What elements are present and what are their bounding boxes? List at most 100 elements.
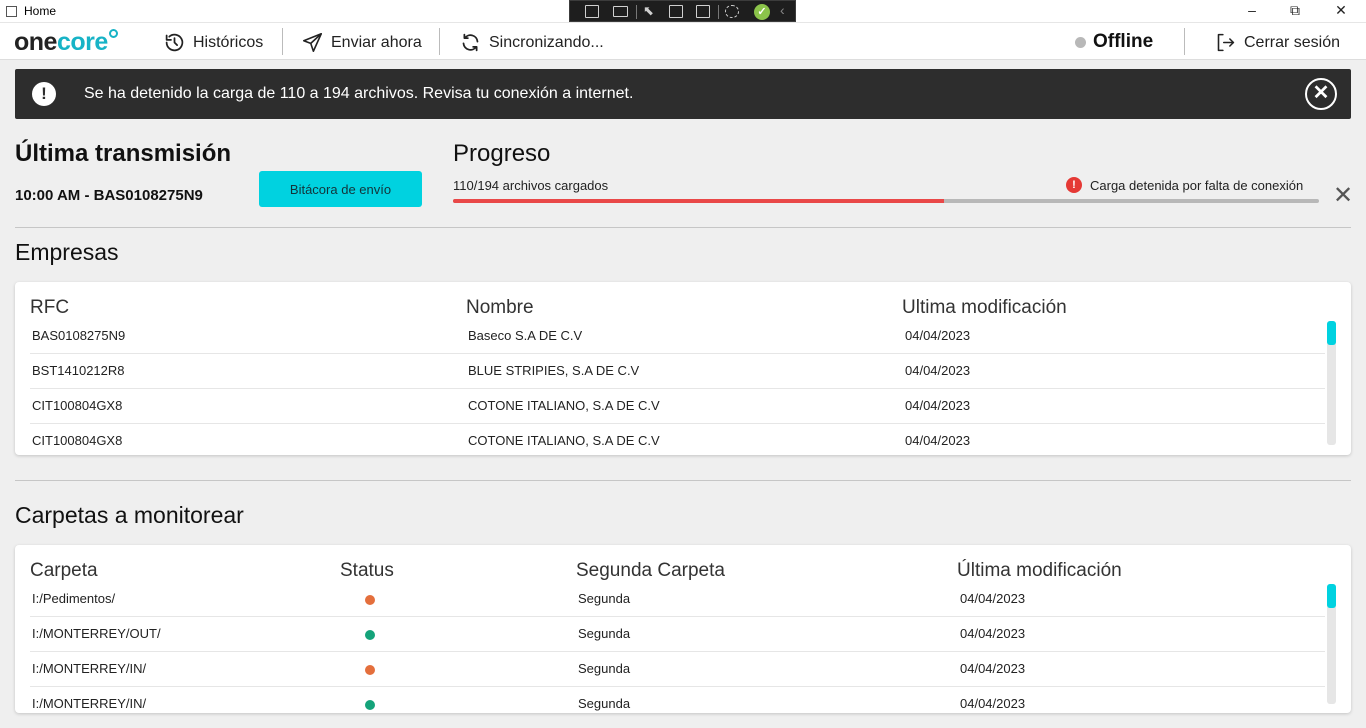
carpetas-table: Carpeta Status Segunda Carpeta Última mo… (15, 545, 1351, 713)
sincronizando-label: Sincronizando... (489, 33, 604, 51)
cell-fecha: 04/04/2023 (960, 661, 1026, 676)
connection-status: Offline (1075, 31, 1153, 53)
minimize-button[interactable]: – (1242, 2, 1262, 18)
send-icon (302, 32, 323, 53)
cell-nombre: BLUE STRIPIES, S.A DE C.V (468, 363, 640, 378)
cell-fecha: 04/04/2023 (905, 328, 971, 343)
logo-ring-icon (108, 29, 118, 38)
close-alert-button[interactable]: ✕ (1305, 78, 1337, 110)
cell-fecha: 04/04/2023 (960, 626, 1026, 641)
historicos-button[interactable]: Históricos (164, 32, 263, 53)
progress-error: ! Carga detenida por falta de conexión (1066, 177, 1303, 193)
sincronizando-button[interactable]: Sincronizando... (460, 32, 604, 53)
table-row[interactable]: BAS0108275N9 Baseco S.A DE C.V 04/04/202… (30, 319, 1325, 354)
empresas-title: Empresas (15, 239, 119, 265)
cell-segunda: Segunda (578, 591, 631, 606)
cell-fecha: 04/04/2023 (960, 696, 1026, 711)
empresas-scrollbar[interactable] (1327, 321, 1336, 445)
alert-message: Se ha detenido la carga de 110 a 194 arc… (84, 85, 634, 102)
status-dot (365, 595, 375, 605)
debug-toolbar: ⬉ ✓ ‹ (569, 0, 796, 22)
section-divider (15, 227, 1351, 228)
historicos-label: Históricos (193, 33, 264, 51)
cerrar-sesion-label: Cerrar sesión (1244, 33, 1341, 51)
enviar-ahora-label: Enviar ahora (331, 33, 422, 51)
history-icon (165, 33, 184, 52)
checkmark-icon[interactable]: ✓ (754, 4, 770, 20)
column-header-ultima-modificacion: Ultima modificación (902, 297, 1067, 318)
nav-divider (282, 28, 283, 55)
table-row[interactable]: CIT100804GX8 COTONE ITALIANO, S.A DE C.V… (30, 424, 1325, 455)
scrollbar-thumb[interactable] (1327, 321, 1336, 345)
cell-segunda: Segunda (578, 661, 631, 676)
status-label: Offline (1093, 31, 1154, 52)
progress-bar-fill (453, 199, 945, 203)
track-focus-icon[interactable] (696, 5, 710, 18)
table-row[interactable]: I:/MONTERREY/OUT/ Segunda 04/04/2023 (30, 617, 1325, 652)
connection-alert-banner: ! Se ha detenido la carga de 110 a 194 a… (15, 69, 1351, 119)
hot-reload-icon[interactable] (725, 5, 739, 18)
cell-fecha: 04/04/2023 (905, 398, 971, 413)
camera-icon[interactable] (613, 6, 628, 17)
column-header-segunda-carpeta: Segunda Carpeta (576, 560, 725, 581)
status-dot (365, 700, 375, 710)
toolbar-separator (636, 5, 637, 19)
cerrar-sesion-button[interactable]: Cerrar sesión (1215, 32, 1340, 53)
select-element-icon[interactable]: ⬉ (643, 3, 657, 18)
cell-rfc: CIT100804GX8 (32, 433, 123, 448)
cell-segunda: Segunda (578, 626, 631, 641)
column-header-status: Status (340, 560, 394, 581)
cell-segunda: Segunda (578, 696, 631, 711)
logout-icon (1217, 33, 1235, 52)
cell-rfc: BAS0108275N9 (32, 328, 126, 343)
table-row[interactable]: BST1410212R8 BLUE STRIPIES, S.A DE C.V 0… (30, 354, 1325, 389)
cell-rfc: CIT100804GX8 (32, 398, 123, 413)
column-header-carpeta: Carpeta (30, 560, 98, 581)
section-divider (15, 480, 1351, 481)
live-tree-icon[interactable] (585, 5, 599, 18)
ultima-transmision-title: Última transmisión (15, 140, 232, 167)
top-navbar: onecore Históricos Enviar ahora Sincroni… (0, 23, 1366, 60)
carpetas-scrollbar[interactable] (1327, 584, 1336, 704)
cell-nombre: COTONE ITALIANO, S.A DE C.V (468, 433, 660, 448)
maximize-button[interactable]: ⧉ (1285, 2, 1305, 19)
table-row[interactable]: I:/MONTERREY/IN/ Segunda 04/04/2023 (30, 652, 1325, 687)
cell-nombre: COTONE ITALIANO, S.A DE C.V (468, 398, 660, 413)
table-row[interactable]: CIT100804GX8 COTONE ITALIANO, S.A DE C.V… (30, 389, 1325, 424)
cell-fecha: 04/04/2023 (960, 591, 1026, 606)
sync-icon (462, 33, 479, 52)
window-title: Home (24, 4, 57, 18)
cell-carpeta: I:/MONTERREY/IN/ (32, 661, 147, 676)
warning-icon: ! (32, 82, 56, 106)
enviar-ahora-button[interactable]: Enviar ahora (302, 32, 422, 53)
carpetas-title: Carpetas a monitorear (15, 502, 244, 528)
app-window-icon (6, 6, 17, 17)
ultima-transmision-detail: 10:00 AM - BAS0108275N9 (15, 187, 203, 204)
onecore-logo: onecore (14, 28, 118, 56)
status-dot (365, 665, 375, 675)
close-window-button[interactable]: ✕ (1331, 2, 1351, 19)
cell-rfc: BST1410212R8 (32, 363, 125, 378)
progress-error-text: Carga detenida por falta de conexión (1090, 177, 1304, 193)
progreso-title: Progreso (453, 140, 551, 167)
nav-divider (439, 28, 440, 55)
collapse-icon[interactable]: ‹ (780, 2, 785, 18)
bitacora-envio-button[interactable]: Bitácora de envío (259, 171, 422, 207)
dismiss-progress-button[interactable]: ✕ (1333, 184, 1353, 208)
window-titlebar: Home ⬉ ✓ ‹ – ⧉ ✕ (0, 0, 1366, 23)
scrollbar-thumb[interactable] (1327, 584, 1336, 608)
column-header-nombre: Nombre (466, 297, 534, 318)
progress-label: 110/194 archivos cargados (453, 178, 609, 193)
empresas-table: RFC Nombre Ultima modificación BAS010827… (15, 282, 1351, 455)
cell-fecha: 04/04/2023 (905, 363, 971, 378)
column-header-rfc: RFC (30, 297, 70, 318)
table-row[interactable]: I:/MONTERREY/IN/ Segunda 04/04/2023 (30, 687, 1325, 713)
status-dot (365, 630, 375, 640)
display-layout-icon[interactable] (669, 5, 683, 18)
toolbar-separator (718, 5, 719, 19)
table-row[interactable]: I:/Pedimentos/ Segunda 04/04/2023 (30, 582, 1325, 617)
cell-carpeta: I:/Pedimentos/ (32, 591, 116, 606)
progress-bar (453, 199, 1319, 203)
cell-fecha: 04/04/2023 (905, 433, 971, 448)
cell-carpeta: I:/MONTERREY/OUT/ (32, 626, 161, 641)
